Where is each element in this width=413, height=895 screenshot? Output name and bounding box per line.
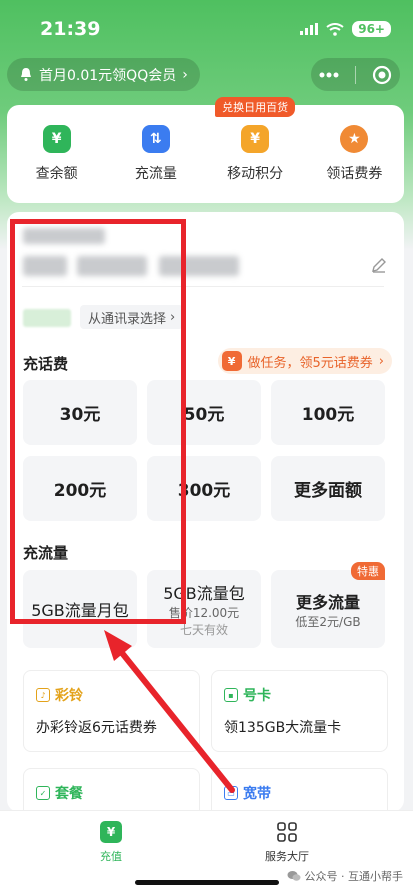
watermark: 公众号 · 互通小帮手 [287,868,404,884]
wechat-icon [287,871,300,881]
tab-service-hall[interactable]: 服务大厅 [265,821,309,864]
grid-icon [277,822,297,842]
tab-label: 充值 [100,850,122,863]
annotation-arrow [104,630,235,793]
tab-recharge[interactable]: ¥ 充值 [100,821,122,864]
yen-icon: ¥ [100,821,122,843]
watermark-text: 公众号 · 互通小帮手 [304,870,404,883]
home-indicator [135,880,279,885]
tab-label: 服务大厅 [265,850,309,863]
